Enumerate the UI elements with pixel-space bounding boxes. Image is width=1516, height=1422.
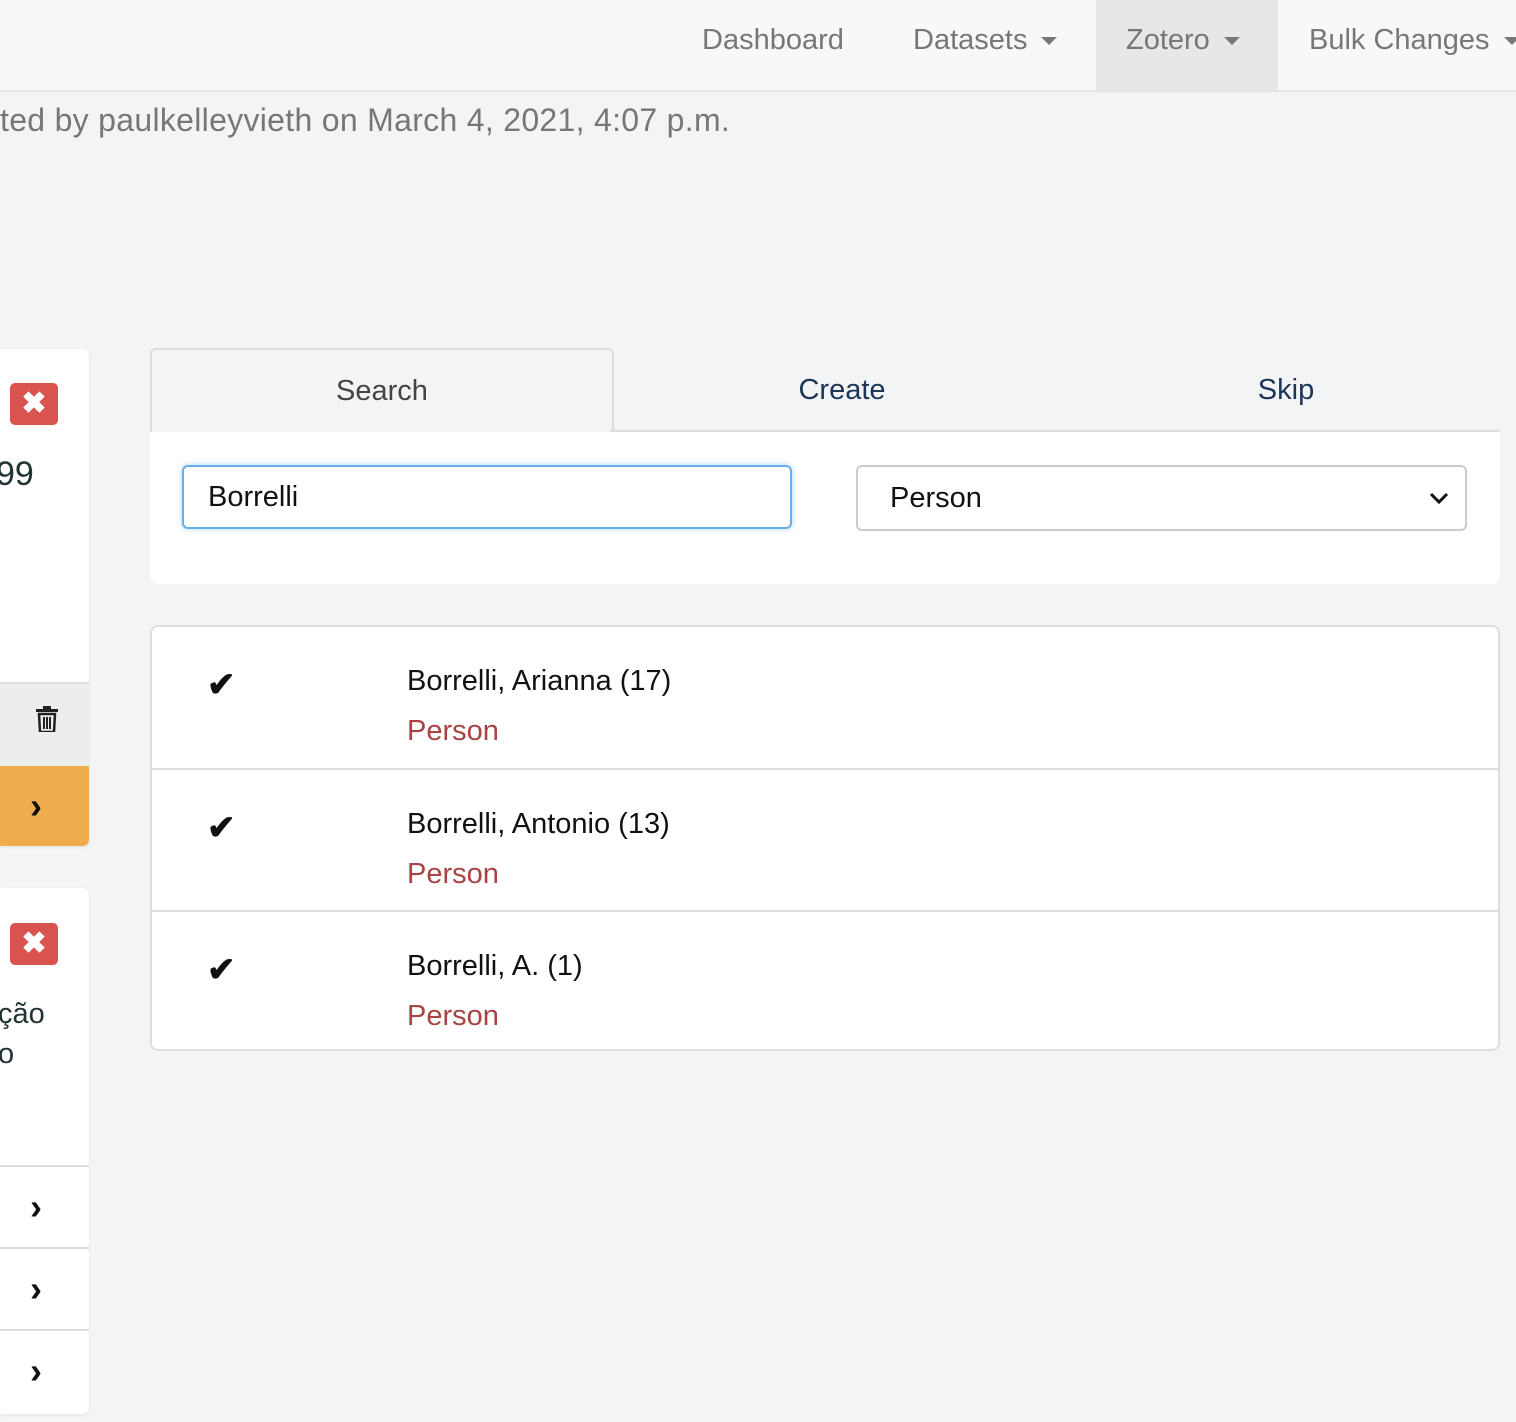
left-card-2: ✖ ção o › › › <box>0 888 89 1414</box>
page-subtitle: ted by paulkelleyvieth on March 4, 2021,… <box>0 102 731 138</box>
caret-down-icon <box>1041 37 1058 46</box>
nav-datasets-label: Datasets <box>913 24 1028 56</box>
left-card-1: ✖ 99 › <box>0 349 89 846</box>
result-row[interactable]: ✔ Borrelli, Arianna (17) Person <box>152 627 1498 768</box>
chevron-right-icon: › <box>30 1268 42 1309</box>
check-icon[interactable]: ✔ <box>207 665 236 705</box>
caret-down-icon <box>1503 37 1516 46</box>
result-type: Person <box>407 1000 499 1032</box>
result-type: Person <box>407 715 499 747</box>
tab-skip-label: Skip <box>1257 374 1315 406</box>
tab-create-label: Create <box>798 374 886 406</box>
tab-search[interactable]: Search <box>150 348 614 432</box>
card-text-line2: o <box>0 1038 15 1070</box>
chevron-right-icon: › <box>30 785 42 826</box>
nav-datasets[interactable]: Datasets <box>913 0 1058 90</box>
nav-dashboard-label: Dashboard <box>702 24 844 56</box>
result-name: Borrelli, Arianna (17) <box>407 665 672 697</box>
nav-zotero-label: Zotero <box>1126 24 1210 56</box>
type-select-value: Person <box>890 482 982 514</box>
result-name: Borrelli, A. (1) <box>407 950 583 982</box>
caret-down-icon <box>1223 37 1240 46</box>
chevron-down-icon <box>1429 467 1449 529</box>
nav-zotero[interactable]: Zotero <box>1096 0 1278 90</box>
tab-search-label: Search <box>336 375 428 407</box>
search-input[interactable] <box>182 465 792 529</box>
check-icon[interactable]: ✔ <box>207 808 236 848</box>
next-row-button[interactable]: › <box>0 1329 89 1411</box>
card-number-fragment: 99 <box>0 455 34 493</box>
next-row-button[interactable]: › <box>0 766 89 846</box>
next-row-button[interactable]: › <box>0 1165 89 1247</box>
nav-bulk-changes-label: Bulk Changes <box>1309 24 1490 56</box>
close-icon[interactable]: ✖ <box>10 383 58 425</box>
check-icon[interactable]: ✔ <box>207 950 236 990</box>
chevron-right-icon: › <box>30 1186 42 1227</box>
top-navbar: Dashboard Datasets Zotero Bulk Changes <box>0 0 1516 92</box>
delete-row[interactable] <box>0 682 89 768</box>
result-type: Person <box>407 858 499 890</box>
tab-create[interactable]: Create <box>612 349 1072 431</box>
chevron-right-icon: › <box>30 1350 42 1391</box>
card-text-line1: ção <box>0 998 45 1030</box>
close-icon[interactable]: ✖ <box>10 923 58 965</box>
tab-skip[interactable]: Skip <box>1072 349 1500 431</box>
result-row[interactable]: ✔ Borrelli, A. (1) Person <box>152 910 1498 1053</box>
trash-icon <box>36 706 58 732</box>
nav-bulk-changes[interactable]: Bulk Changes <box>1309 0 1516 90</box>
result-name: Borrelli, Antonio (13) <box>407 808 670 840</box>
nav-dashboard[interactable]: Dashboard <box>702 0 844 90</box>
type-select[interactable]: Person <box>856 465 1467 531</box>
result-row[interactable]: ✔ Borrelli, Antonio (13) Person <box>152 768 1498 911</box>
next-row-button[interactable]: › <box>0 1247 89 1329</box>
results-list: ✔ Borrelli, Arianna (17) Person ✔ Borrel… <box>150 625 1500 1051</box>
